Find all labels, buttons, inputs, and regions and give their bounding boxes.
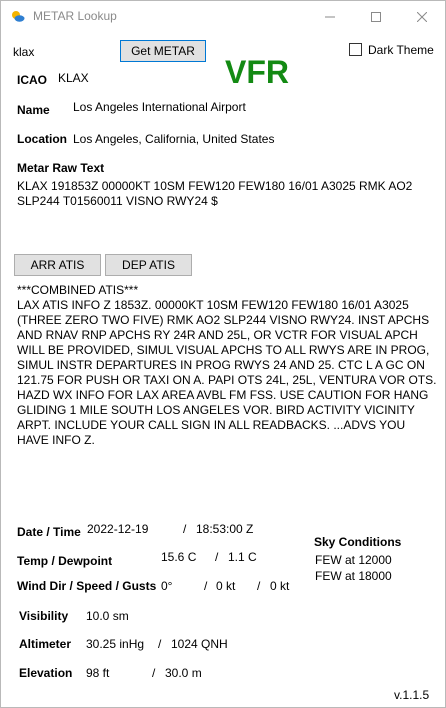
atis-body: LAX ATIS INFO Z 1853Z. 00000KT 10SM FEW1… <box>17 298 437 447</box>
temp-separator: / <box>215 550 219 564</box>
close-icon <box>417 11 427 22</box>
wind-gusts-value: 0 kt <box>270 579 290 593</box>
sky-layer: FEW at 18000 <box>315 569 392 583</box>
elevation-separator: / <box>152 666 156 680</box>
icao-value: KLAX <box>58 71 89 85</box>
name-label: Name <box>17 103 50 117</box>
sky-conditions-label: Sky Conditions <box>314 535 402 549</box>
app-weather-icon <box>12 11 25 22</box>
wind-separator: / <box>204 579 208 593</box>
flight-category-indicator: VFR <box>225 54 289 90</box>
visibility-label: Visibility <box>19 609 69 623</box>
window-title: METAR Lookup <box>33 9 117 23</box>
elevation-m-value: 30.0 m <box>165 666 202 680</box>
altimeter-separator: / <box>158 637 162 651</box>
dewpoint-value: 1.1 C <box>228 550 257 564</box>
datetime-label: Date / Time <box>17 525 81 539</box>
visibility-value: 10.0 sm <box>86 609 129 623</box>
time-value: 18:53:00 Z <box>196 522 254 536</box>
temp-dewpoint-label: Temp / Dewpoint <box>17 554 113 568</box>
get-metar-button[interactable]: Get METAR <box>120 40 206 62</box>
close-button[interactable] <box>399 1 445 32</box>
metar-raw-text: KLAX 191853Z 00000KT 10SM FEW120 FEW180 … <box>17 179 413 208</box>
dark-theme-label[interactable]: Dark Theme <box>368 43 434 57</box>
wind-label: Wind Dir / Speed / Gusts <box>17 579 157 593</box>
minimize-button[interactable] <box>307 1 353 32</box>
icao-search-input[interactable] <box>13 43 93 61</box>
datetime-separator: / <box>183 522 187 536</box>
version-label: v.1.1.5 <box>394 688 430 702</box>
location-label: Location <box>17 132 67 146</box>
atis-header: ***COMBINED ATIS*** <box>17 283 139 297</box>
title-bar[interactable]: METAR Lookup <box>1 1 445 32</box>
dep-atis-button[interactable]: DEP ATIS <box>105 254 192 276</box>
app-window: METAR Lookup Get METAR VFR Dark Theme IC… <box>0 0 446 708</box>
minimize-icon <box>325 16 335 17</box>
maximize-button[interactable] <box>353 1 399 32</box>
name-value: Los Angeles International Airport <box>73 100 246 114</box>
date-value: 2022-12-19 <box>87 522 149 536</box>
elevation-ft-value: 98 ft <box>86 666 110 680</box>
location-value: Los Angeles, California, United States <box>73 132 275 146</box>
metar-raw-label: Metar Raw Text <box>17 161 105 175</box>
temp-value: 15.6 C <box>161 550 197 564</box>
wind-speed-value: 0 kt <box>216 579 236 593</box>
icao-label: ICAO <box>17 73 47 87</box>
altimeter-qnh-value: 1024 QNH <box>171 637 228 651</box>
altimeter-inhg-value: 30.25 inHg <box>86 637 145 651</box>
elevation-label: Elevation <box>19 666 73 680</box>
wind-separator: / <box>257 579 261 593</box>
wind-dir-value: 0° <box>161 579 173 593</box>
dark-theme-checkbox[interactable] <box>349 43 362 56</box>
maximize-icon <box>371 11 381 22</box>
atis-text-block: ***COMBINED ATIS*** LAX ATIS INFO Z 1853… <box>17 283 437 448</box>
arr-atis-button[interactable]: ARR ATIS <box>14 254 101 276</box>
sky-layer: FEW at 12000 <box>315 553 392 567</box>
altimeter-label: Altimeter <box>19 637 72 651</box>
